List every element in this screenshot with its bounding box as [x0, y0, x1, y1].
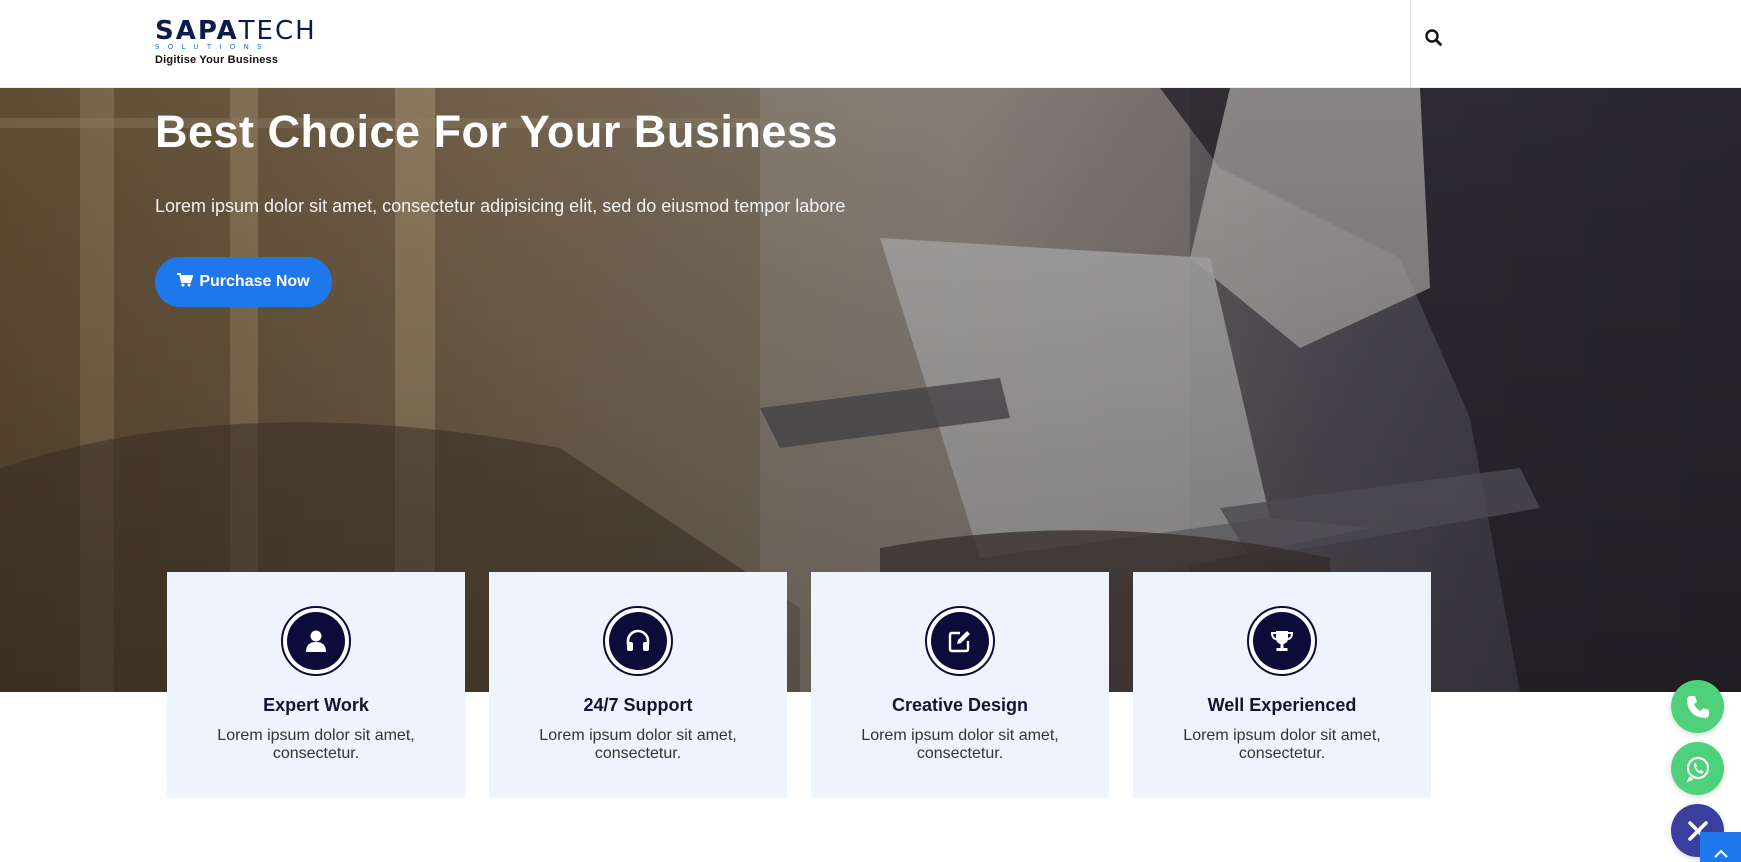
whatsapp-icon [1685, 756, 1709, 782]
feature-icon-badge [1247, 606, 1317, 676]
scroll-to-top-button[interactable] [1700, 832, 1741, 862]
user-icon [306, 630, 326, 652]
purchase-now-label: Purchase Now [199, 273, 310, 290]
feature-title: Expert Work [263, 695, 369, 715]
feature-text: Lorem ipsum dolor sit amet, consectetur. [1183, 727, 1381, 762]
feature-card-creative-design: Creative Design Lorem ipsum dolor sit am… [811, 572, 1109, 798]
header-divider [1410, 0, 1411, 88]
feature-text: Lorem ipsum dolor sit amet, consectetur. [861, 727, 1059, 762]
purchase-now-button[interactable]: Purchase Now [155, 257, 332, 307]
edit-icon [948, 631, 970, 653]
call-button[interactable] [1671, 680, 1724, 733]
feature-icon-badge [603, 606, 673, 676]
feature-card-expert-work: Expert Work Lorem ipsum dolor sit amet, … [167, 572, 465, 798]
feature-icon-badge [281, 606, 351, 676]
feature-card-well-experienced: Well Experienced Lorem ipsum dolor sit a… [1133, 572, 1431, 798]
whatsapp-button[interactable] [1671, 742, 1724, 795]
phone-icon [1686, 695, 1709, 718]
search-icon[interactable] [1422, 26, 1446, 50]
feature-text: Lorem ipsum dolor sit amet, consectetur. [217, 727, 415, 762]
headphones-icon [626, 629, 650, 651]
feature-title: 24/7 Support [583, 695, 693, 715]
hero-subtitle: Lorem ipsum dolor sit amet, consectetur … [155, 196, 846, 216]
feature-card-support: 24/7 Support Lorem ipsum dolor sit amet,… [489, 572, 787, 798]
chevron-up-icon [1713, 849, 1728, 858]
logo[interactable]: SAPATECH SOLUTIONS Digitise Your Busines… [155, 17, 317, 66]
cart-icon [177, 272, 194, 292]
logo-tagline: Digitise Your Business [155, 54, 279, 66]
feature-title: Well Experienced [1207, 695, 1357, 715]
feature-title: Creative Design [891, 695, 1029, 715]
site-header: SAPATECH SOLUTIONS Digitise Your Busines… [0, 0, 1741, 88]
logo-word-bold: SAPA [155, 16, 239, 46]
feature-text: Lorem ipsum dolor sit amet, consectetur. [539, 727, 737, 762]
hero-title: Best Choice For Your Business [155, 106, 838, 157]
trophy-icon [1270, 631, 1294, 651]
features-row: Expert Work Lorem ipsum dolor sit amet, … [167, 572, 1433, 798]
logo-word-light: TECH [238, 16, 317, 46]
logo-wordmark: SAPATECH [155, 17, 317, 45]
feature-icon-badge [925, 606, 995, 676]
